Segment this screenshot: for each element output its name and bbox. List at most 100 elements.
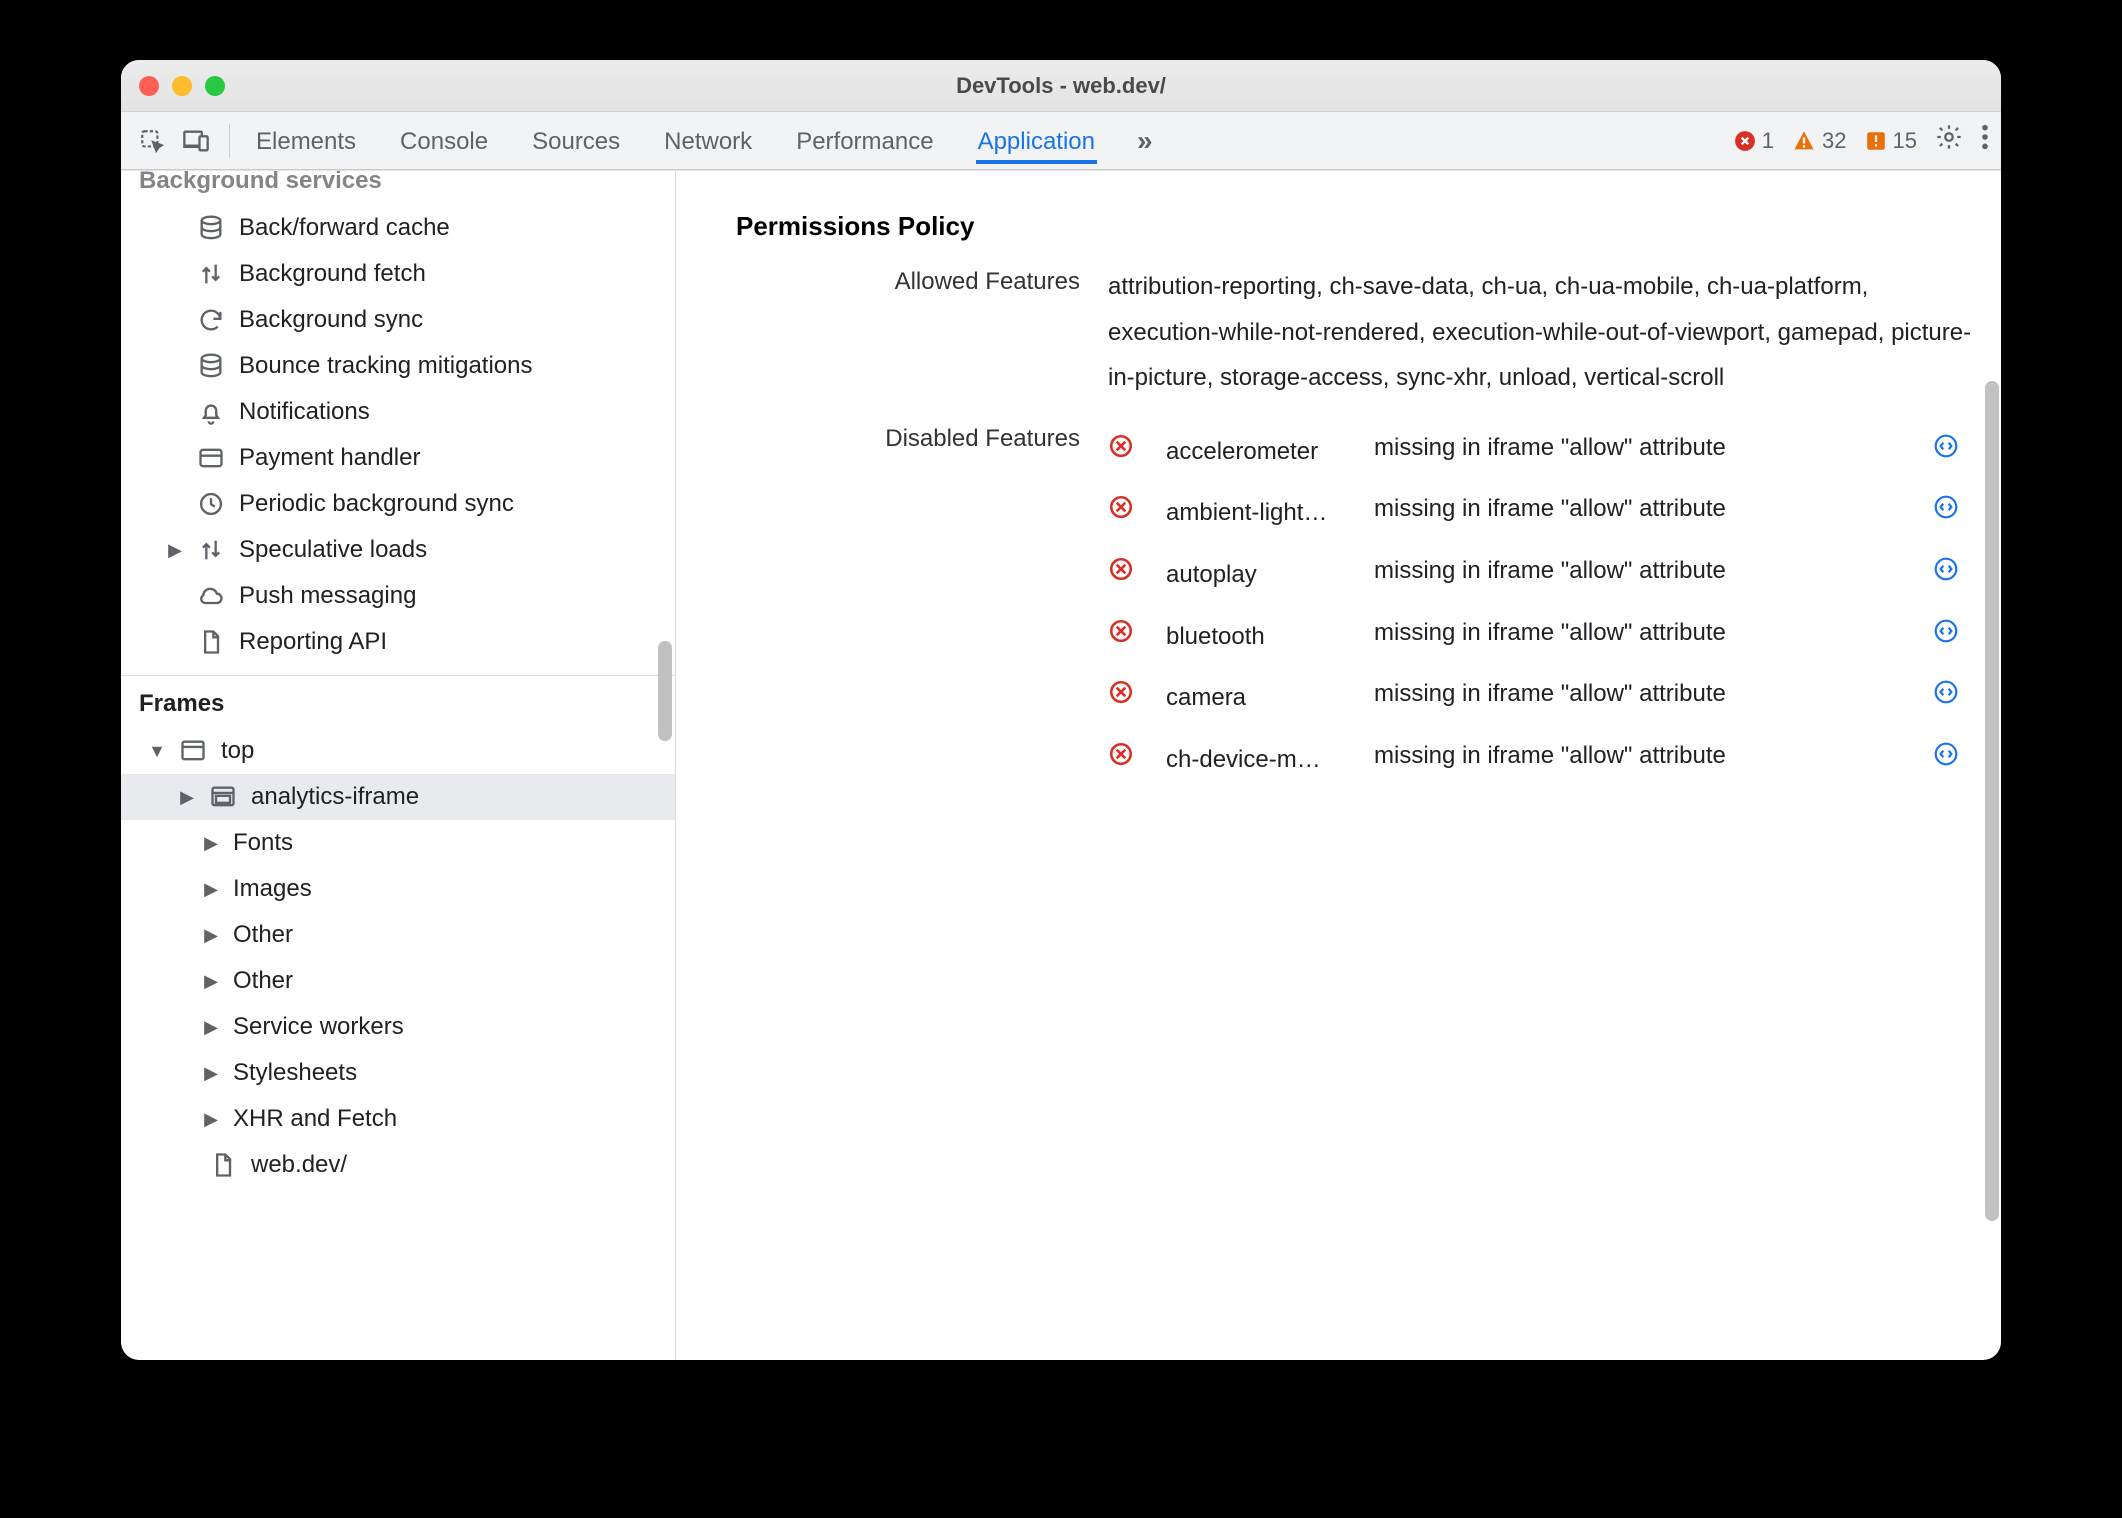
sidebar-item-label: Speculative loads — [239, 536, 427, 564]
embed-icon — [209, 783, 237, 811]
disabled-feature-row: autoplaymissing in iframe "allow" attrib… — [1108, 544, 1977, 606]
disabled-feature-name: ambient-light… — [1166, 490, 1356, 536]
allowed-features-value: attribution-reporting, ch-save-data, ch-… — [1108, 264, 1977, 401]
sidebar-item-push-messaging[interactable]: Push messaging — [121, 573, 675, 619]
sidebar-item-background-sync[interactable]: Background sync — [121, 297, 675, 343]
frames-item-stylesheets[interactable]: ▶ Stylesheets — [121, 1050, 675, 1096]
bell-icon — [197, 398, 225, 426]
device-toolbar-icon[interactable] — [177, 122, 215, 160]
tab-network[interactable]: Network — [662, 118, 754, 164]
frames-item-xhr-and-fetch[interactable]: ▶XHR and Fetch — [121, 1096, 675, 1142]
sidebar-item-bounce-tracking-mitigations[interactable]: Bounce tracking mitigations — [121, 343, 675, 389]
frames-top-label: top — [221, 737, 254, 765]
chevron-right-icon[interactable]: ▶ — [203, 971, 219, 992]
disabled-feature-row: ch-device-m…missing in iframe "allow" at… — [1108, 729, 1977, 791]
sidebar-item-label: Reporting API — [239, 628, 387, 656]
reveal-in-elements-icon[interactable] — [1933, 490, 1977, 536]
tab-performance[interactable]: Performance — [794, 118, 935, 164]
disabled-feature-reason: missing in iframe "allow" attribute — [1374, 614, 1915, 652]
frames-item-label: Stylesheets — [233, 1059, 357, 1087]
db-icon — [197, 214, 225, 242]
sidebar-section-background-services: Background services — [121, 171, 675, 205]
disabled-features-label: Disabled Features — [700, 421, 1080, 791]
chevron-right-icon[interactable]: ▶ — [203, 879, 219, 900]
sidebar-scrollbar[interactable] — [658, 641, 672, 741]
application-main-panel[interactable]: Permissions Policy Allowed Features attr… — [676, 171, 2001, 1360]
sidebar-item-label: Background sync — [239, 306, 423, 334]
reveal-in-elements-icon[interactable] — [1933, 737, 1977, 783]
sidebar-item-notifications[interactable]: Notifications — [121, 389, 675, 435]
more-tabs-button[interactable]: » — [1137, 125, 1153, 157]
disabled-feature-name: bluetooth — [1166, 614, 1356, 660]
warning-icon — [1792, 129, 1816, 153]
sidebar-item-reporting-api[interactable]: Reporting API — [121, 619, 675, 665]
sync-icon — [197, 306, 225, 334]
disabled-icon — [1108, 490, 1148, 536]
tab-application[interactable]: Application — [976, 118, 1097, 164]
sidebar-item-payment-handler[interactable]: Payment handler — [121, 435, 675, 481]
tab-sources[interactable]: Sources — [530, 118, 622, 164]
frames-item-label: Service workers — [233, 1013, 404, 1041]
errors-count[interactable]: 1 — [1734, 128, 1774, 154]
frames-item-web-dev-[interactable]: web.dev/ — [121, 1142, 675, 1188]
reveal-in-elements-icon[interactable] — [1933, 552, 1977, 598]
disabled-feature-reason: missing in iframe "allow" attribute — [1374, 429, 1915, 467]
chevron-right-icon[interactable]: ▶ — [167, 540, 183, 561]
sidebar-item-label: Notifications — [239, 398, 370, 426]
application-sidebar[interactable]: Background services Back/forward cache Ba… — [121, 171, 676, 1360]
more-options-icon[interactable] — [1981, 123, 1989, 158]
issues-count[interactable]: 15 — [1865, 128, 1917, 154]
frames-item-other[interactable]: ▶Other — [121, 912, 675, 958]
reveal-in-elements-icon[interactable] — [1933, 429, 1977, 475]
disabled-feature-row: accelerometer missing in iframe "allow" a… — [1108, 421, 1977, 483]
frames-top[interactable]: ▼ top — [121, 728, 675, 774]
chevron-right-icon[interactable]: ▶ — [179, 787, 195, 808]
sidebar-item-label: Back/forward cache — [239, 214, 450, 242]
db-icon — [197, 352, 225, 380]
frames-item-fonts[interactable]: ▶Fonts — [121, 820, 675, 866]
tab-elements[interactable]: Elements — [254, 118, 358, 164]
chevron-right-icon[interactable]: ▶ — [203, 925, 219, 946]
frames-item-service-workers[interactable]: ▶ Service workers — [121, 1004, 675, 1050]
disabled-feature-name: ch-device-m… — [1166, 737, 1356, 783]
sidebar-item-label: Payment handler — [239, 444, 420, 472]
chevron-right-icon[interactable]: ▶ — [203, 833, 219, 854]
disabled-icon — [1108, 429, 1148, 475]
updown-icon — [197, 260, 225, 288]
disabled-feature-row: cameramissing in iframe "allow" attribut… — [1108, 667, 1977, 729]
file-icon — [197, 628, 225, 656]
zoom-window-button[interactable] — [205, 76, 225, 96]
card-icon — [197, 444, 225, 472]
chevron-right-icon[interactable]: ▶ — [203, 1109, 219, 1130]
tab-console[interactable]: Console — [398, 118, 490, 164]
sidebar-item-periodic-background-sync[interactable]: Periodic background sync — [121, 481, 675, 527]
disabled-feature-name: accelerometer — [1166, 429, 1356, 475]
sidebar-item-back-forward-cache[interactable]: Back/forward cache — [121, 205, 675, 251]
issues-value: 15 — [1893, 128, 1917, 154]
error-icon — [1734, 130, 1756, 152]
allowed-features-label: Allowed Features — [700, 264, 1080, 401]
titlebar: DevTools - web.dev/ — [121, 60, 2001, 112]
disabled-feature-reason: missing in iframe "allow" attribute — [1374, 490, 1915, 528]
chevron-down-icon[interactable]: ▼ — [149, 741, 165, 762]
inspect-element-icon[interactable] — [133, 122, 171, 160]
disabled-feature-name: camera — [1166, 675, 1356, 721]
frames-item-analytics-iframe[interactable]: ▶analytics-iframe — [121, 774, 675, 820]
chevron-right-icon[interactable]: ▶ — [203, 1063, 219, 1084]
minimize-window-button[interactable] — [172, 76, 192, 96]
main-scrollbar[interactable] — [1985, 381, 1999, 1221]
chevron-right-icon[interactable]: ▶ — [203, 1017, 219, 1038]
settings-icon[interactable] — [1935, 123, 1963, 158]
frames-item-other[interactable]: ▶Other — [121, 958, 675, 1004]
reveal-in-elements-icon[interactable] — [1933, 614, 1977, 660]
disabled-feature-reason: missing in iframe "allow" attribute — [1374, 552, 1915, 590]
reveal-in-elements-icon[interactable] — [1933, 675, 1977, 721]
frames-item-images[interactable]: ▶Images — [121, 866, 675, 912]
permissions-policy-heading: Permissions Policy — [736, 211, 1977, 242]
disabled-feature-row: ambient-light… missing in iframe "allow" … — [1108, 482, 1977, 544]
disabled-icon — [1108, 675, 1148, 721]
sidebar-item-speculative-loads[interactable]: ▶ Speculative loads — [121, 527, 675, 573]
close-window-button[interactable] — [139, 76, 159, 96]
sidebar-item-background-fetch[interactable]: Background fetch — [121, 251, 675, 297]
warnings-count[interactable]: 32 — [1792, 128, 1846, 154]
